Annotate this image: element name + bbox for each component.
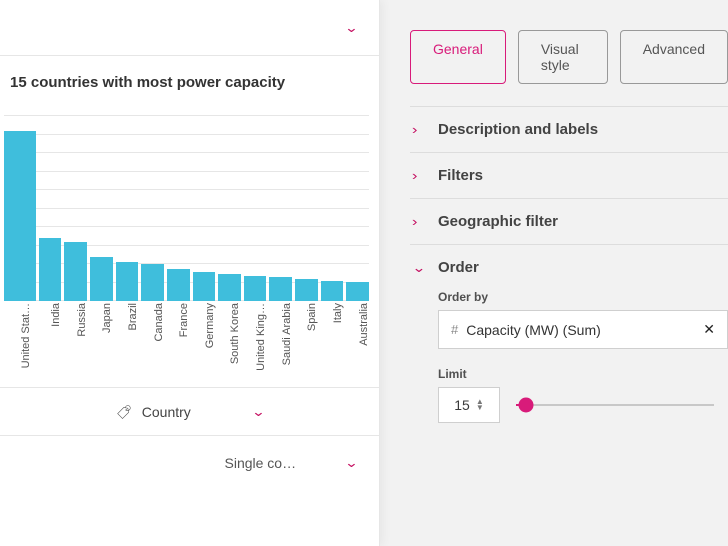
bar bbox=[193, 272, 216, 301]
bar-label: Brazil bbox=[127, 303, 139, 331]
bar bbox=[4, 131, 36, 301]
bar-label: Canada bbox=[153, 303, 165, 342]
bar-label: Russia bbox=[76, 303, 88, 337]
bar bbox=[269, 277, 292, 301]
limit-value: 15 bbox=[454, 397, 470, 413]
bar-label: Australia bbox=[358, 303, 370, 346]
bar bbox=[90, 257, 113, 301]
stepper-arrows-icon[interactable]: ▲▼ bbox=[476, 399, 484, 411]
chevron-down-icon: ⌄ bbox=[344, 20, 358, 36]
chevron-right-icon: › bbox=[412, 122, 430, 137]
number-type-icon: # bbox=[451, 322, 458, 337]
bar-label: France bbox=[178, 303, 190, 337]
color-mode-selector[interactable]: Single co… ⌄ bbox=[0, 435, 379, 489]
bar-label: South Korea bbox=[229, 303, 241, 364]
bar bbox=[141, 264, 164, 301]
limit-slider[interactable] bbox=[516, 404, 714, 406]
chevron-right-icon: › bbox=[412, 214, 430, 229]
chart-type-selector[interactable]: ⌄ bbox=[0, 0, 379, 56]
tab-general[interactable]: General bbox=[410, 30, 506, 84]
color-mode-value: Single co… bbox=[225, 455, 297, 471]
section-order[interactable]: ⌄ Order bbox=[414, 259, 724, 276]
bar-label: Italy bbox=[332, 303, 344, 323]
chevron-right-icon: › bbox=[412, 168, 430, 183]
bar-label: Japan bbox=[101, 303, 113, 333]
bar bbox=[39, 238, 62, 301]
bar bbox=[346, 282, 369, 301]
bar-label: Saudi Arabia bbox=[281, 303, 293, 365]
bar bbox=[295, 279, 318, 301]
x-axis-selector[interactable]: 🏷 Country ⌄ bbox=[0, 387, 379, 435]
bar-chart: United Stat…IndiaRussiaJapanBrazilCanada… bbox=[4, 115, 369, 325]
bar bbox=[321, 281, 344, 301]
bar bbox=[167, 269, 190, 301]
bar-label: India bbox=[50, 303, 62, 327]
bar bbox=[244, 276, 267, 302]
limit-stepper[interactable]: 15 ▲▼ bbox=[438, 387, 500, 423]
bar-label: Spain bbox=[306, 303, 318, 331]
limit-label: Limit bbox=[438, 367, 724, 381]
bar-label: United Stat… bbox=[20, 303, 32, 368]
orderby-label: Order by bbox=[438, 290, 724, 304]
section-geographic-filter[interactable]: › Geographic filter bbox=[414, 213, 724, 230]
chevron-down-icon: ⌄ bbox=[412, 260, 430, 276]
bar bbox=[218, 274, 241, 301]
chevron-down-icon: ⌄ bbox=[251, 404, 265, 420]
section-filters[interactable]: › Filters bbox=[414, 167, 724, 184]
x-axis-label: Country bbox=[142, 404, 191, 420]
section-description-and-labels[interactable]: › Description and labels bbox=[414, 121, 724, 138]
bar bbox=[116, 262, 139, 301]
orderby-input[interactable]: # Capacity (MW) (Sum) ✕ bbox=[438, 310, 728, 349]
clear-orderby-icon[interactable]: ✕ bbox=[703, 321, 715, 338]
tag-icon: 🏷 bbox=[116, 403, 132, 420]
slider-thumb[interactable] bbox=[518, 398, 533, 413]
chart-title: 15 countries with most power capacity bbox=[0, 56, 379, 101]
bar-label: Germany bbox=[204, 303, 216, 348]
tab-visual-style[interactable]: Visual style bbox=[518, 30, 608, 84]
orderby-value: Capacity (MW) (Sum) bbox=[460, 322, 703, 338]
chevron-down-icon: ⌄ bbox=[344, 455, 358, 471]
bar bbox=[64, 242, 87, 302]
bar-label: United King… bbox=[255, 303, 267, 371]
tab-advanced[interactable]: Advanced bbox=[620, 30, 728, 84]
settings-tabs: General Visual style Advanced bbox=[410, 30, 728, 84]
